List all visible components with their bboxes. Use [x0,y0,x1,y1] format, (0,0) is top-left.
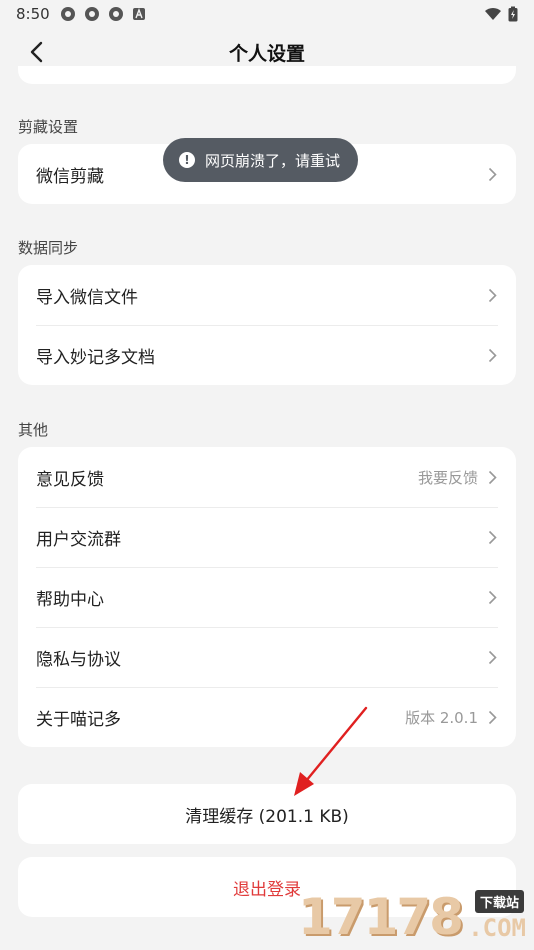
row-label: 导入微信文件 [36,287,138,308]
status-system-icons [484,6,518,22]
chevron-right-icon [486,469,498,485]
status-bar: 8:50 [0,0,534,28]
chevron-right-icon [486,347,498,363]
status-notification-icons [60,6,146,22]
user-group-row[interactable]: 用户交流群 [18,507,516,567]
previous-card-bottom [18,66,516,84]
chevron-right-icon [486,287,498,303]
error-toast: ! 网页崩溃了，请重试 [163,138,359,182]
back-button[interactable] [22,38,50,66]
data-sync-card: 导入微信文件 导入妙记多文档 [18,265,516,385]
chevron-right-icon [486,649,498,665]
watermark-sub: 下载站 [474,890,524,913]
app-notification-icon [108,7,123,21]
import-miaojiduo-docs-row[interactable]: 导入妙记多文档 [18,325,516,385]
row-label: 意见反馈 [36,469,104,490]
section-label-clip: 剪藏设置 [18,118,79,136]
a-notification-icon [132,8,145,20]
row-label: 隐私与协议 [36,649,121,670]
privacy-agreement-row[interactable]: 隐私与协议 [18,627,516,687]
chevron-left-icon [30,41,43,63]
chevron-right-icon [486,589,498,605]
wifi-icon [485,7,501,20]
row-label: 导入妙记多文档 [36,347,155,368]
page-title: 个人设置 [228,42,305,65]
import-wechat-files-row[interactable]: 导入微信文件 [18,265,516,325]
chevron-right-icon [486,709,498,725]
section-label-sync: 数据同步 [18,239,79,257]
app-notification-icon [84,7,99,21]
row-label: 关于喵记多 [36,709,121,730]
watermark-logo: 17178 下载站 .COM [298,886,528,946]
status-time: 8:50 [16,5,50,23]
exclamation-icon: ! [179,152,195,168]
watermark-domain: .COM [468,914,526,942]
row-label: 用户交流群 [36,529,121,550]
chevron-right-icon [486,529,498,545]
row-value: 版本 2.0.1 [405,708,478,727]
watermark-number: 17178 [298,888,464,946]
row-label: 微信剪藏 [36,166,104,187]
battery-charging-icon [508,6,518,22]
clear-cache-button[interactable]: 清理缓存 (201.1 KB) [18,784,516,844]
feedback-row[interactable]: 意见反馈 我要反馈 [18,447,516,507]
row-value: 我要反馈 [417,468,478,487]
help-center-row[interactable]: 帮助中心 [18,567,516,627]
app-notification-icon [60,7,75,21]
section-label-other: 其他 [18,421,49,439]
chevron-right-icon [486,166,498,182]
other-settings-card: 意见反馈 我要反馈 用户交流群 帮助中心 隐私与协议 关于喵记多 版本 2.0.… [18,447,516,747]
row-label: 帮助中心 [36,589,104,610]
toast-text: 网页崩溃了，请重试 [205,151,341,170]
about-row[interactable]: 关于喵记多 版本 2.0.1 [18,687,516,747]
